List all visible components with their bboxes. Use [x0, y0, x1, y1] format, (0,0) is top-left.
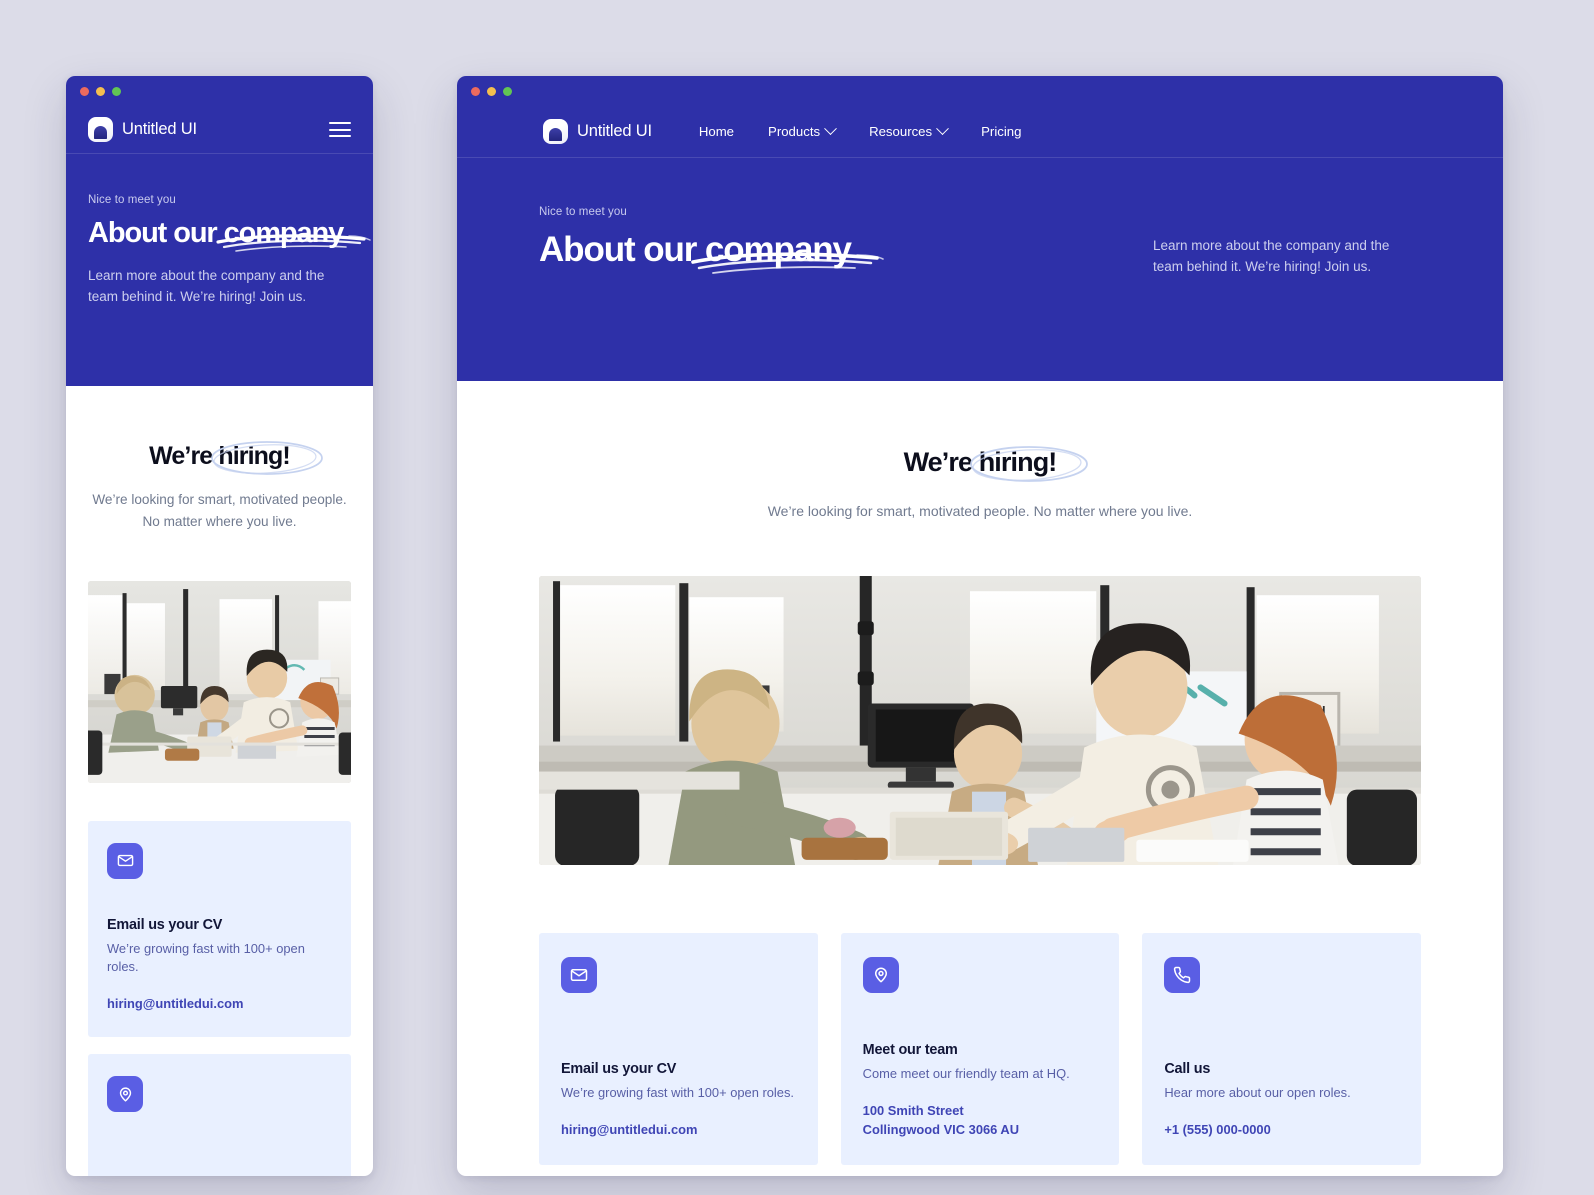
desktop-nav-links: Home Products Resources Pricing — [682, 122, 1039, 139]
untitled-ui-logo-icon — [88, 117, 113, 142]
mobile-hero: Untitled UI Nice to meet you About our c… — [66, 76, 373, 386]
mobile-contact-cards: Email us your CV We’re growing fast with… — [66, 783, 373, 1176]
card-description: Hear more about our open roles. — [1164, 1085, 1351, 1101]
phone-icon — [1164, 957, 1201, 994]
nav-item-label: Home — [698, 124, 735, 139]
card-email-link[interactable]: hiring@untitledui.com — [561, 1120, 796, 1139]
card-address[interactable]: 100 Smith Street Collingwood VIC 3066 AU — [863, 1101, 1098, 1140]
hamburger-menu-icon[interactable] — [329, 122, 351, 137]
mail-icon — [107, 842, 143, 879]
card-title: Meet our team — [862, 1041, 958, 1058]
desktop-brand[interactable]: Untitled UI — [543, 119, 652, 144]
desktop-titlebar — [457, 76, 1503, 106]
card-email-us-your-cv[interactable]: Email us your CV We’re growing fast with… — [88, 820, 351, 1038]
desktop-hero-subtitle: Learn more about the company and the tea… — [1153, 238, 1390, 274]
address-line-2: Collingwood VIC 3066 AU — [862, 1122, 1020, 1138]
untitled-ui-logo-icon — [543, 119, 568, 144]
card-phone-link[interactable]: +1 (555) 000-0000 — [1164, 1120, 1399, 1139]
brand-name: Untitled UI — [577, 122, 652, 140]
desktop-team-photo: good vibes only — [539, 576, 1421, 866]
nav-item-label: Resources — [869, 124, 933, 139]
maximize-dot[interactable] — [112, 86, 121, 96]
card-description: We’re growing fast with 100+ open roles. — [107, 940, 305, 975]
mobile-browser-window: Untitled UI Nice to meet you About our c… — [66, 76, 373, 1176]
mobile-hiring-title: We’re hiring! — [149, 442, 291, 470]
map-pin-icon — [862, 957, 899, 994]
mobile-titlebar — [66, 76, 373, 106]
mobile-team-photo — [88, 580, 351, 783]
map-pin-icon — [107, 1076, 143, 1113]
maximize-dot[interactable] — [503, 86, 512, 96]
card-title: Email us your CV — [107, 916, 223, 933]
mail-icon — [561, 957, 597, 994]
chevron-down-icon — [824, 122, 837, 136]
nav-item-home[interactable]: Home — [682, 124, 751, 139]
nav-item-pricing[interactable]: Pricing — [964, 124, 1038, 139]
chevron-down-icon — [936, 122, 949, 136]
card-meet-our-team[interactable]: Meet our team Come meet our friendly tea… — [840, 933, 1120, 1166]
nav-item-label: Pricing — [981, 124, 1022, 139]
minimize-dot[interactable] — [487, 86, 496, 96]
card-title: Email us your CV — [561, 1061, 677, 1078]
mobile-hero-eyebrow: Nice to meet you — [88, 194, 176, 206]
minimize-dot[interactable] — [96, 86, 105, 96]
mobile-hiring-subtitle: We’re looking for smart, motivated peopl… — [92, 492, 347, 529]
card-meet-our-team[interactable]: Meet our team Come meet our friendly tea… — [88, 1054, 351, 1176]
mobile-brand[interactable]: Untitled UI — [88, 117, 197, 142]
close-dot[interactable] — [471, 86, 480, 96]
desktop-hero: Untitled UI Home Products Resources Pric… — [457, 76, 1503, 381]
close-dot[interactable] — [80, 86, 89, 96]
mobile-hero-content: Nice to meet you About our company Learn… — [66, 154, 373, 308]
mobile-hero-subtitle: Learn more about the company and the tea… — [88, 268, 325, 304]
card-email-link[interactable]: hiring@untitledui.com — [107, 994, 332, 1013]
desktop-hiring-subtitle: We’re looking for smart, motivated peopl… — [767, 503, 1193, 519]
mobile-hero-title: About our company — [88, 217, 344, 249]
desktop-hero-title: About our company — [539, 230, 852, 269]
desktop-browser-window: Untitled UI Home Products Resources Pric… — [457, 76, 1503, 1176]
desktop-hiring-title: We’re hiring! — [903, 447, 1058, 477]
desktop-hero-eyebrow: Nice to meet you — [539, 206, 627, 218]
nav-item-resources[interactable]: Resources — [852, 122, 964, 139]
desktop-hiring-section: We’re hiring! We’re looking for smart, m… — [457, 381, 1503, 523]
desktop-contact-cards: Email us your CV We’re growing fast with… — [457, 865, 1503, 1166]
nav-item-products[interactable]: Products — [751, 122, 852, 139]
desktop-hero-content: Nice to meet you About our company Learn… — [457, 158, 1503, 278]
mobile-hiring-section: We’re hiring! We’re looking for smart, m… — [66, 386, 373, 533]
card-email-us-your-cv[interactable]: Email us your CV We’re growing fast with… — [539, 933, 818, 1166]
nav-item-label: Products — [768, 124, 821, 139]
card-description: We’re growing fast with 100+ open roles. — [561, 1085, 794, 1101]
card-call-us[interactable]: Call us Hear more about our open roles. … — [1142, 933, 1422, 1166]
card-description: Come meet our friendly team at HQ. — [862, 1065, 1070, 1081]
brand-name: Untitled UI — [122, 120, 197, 138]
card-title: Call us — [1164, 1061, 1211, 1078]
address-line-1: 100 Smith Street — [862, 1102, 964, 1118]
